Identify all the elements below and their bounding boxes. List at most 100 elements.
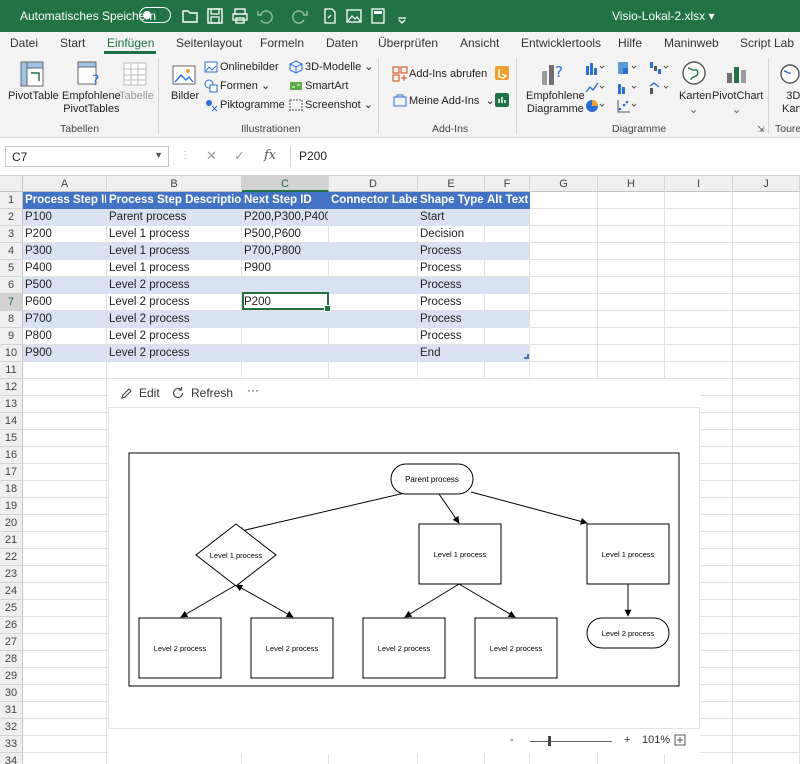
column-header-c[interactable]: C [242,176,329,192]
cell-a33[interactable] [23,736,107,753]
column-header-a[interactable]: A [23,176,107,192]
cell-c34[interactable] [242,753,329,764]
cell-j3[interactable] [733,226,800,243]
cell-b7[interactable]: Level 2 process [107,294,242,311]
row-header-17[interactable]: 17 [0,464,23,481]
insert-function-icon[interactable]: fx [264,148,276,163]
cancel-icon[interactable]: ✕ [206,148,217,164]
cell-f2[interactable] [485,209,530,226]
cell-c9[interactable] [242,328,329,345]
cell-a28[interactable] [23,651,107,668]
cell-c1[interactable]: Next Step ID [242,192,329,209]
cell-h3[interactable] [598,226,665,243]
pivotchart-dropdown-icon[interactable]: ⌄ [732,104,741,117]
cell-g11[interactable] [530,362,598,379]
column-chart-icon[interactable] [584,60,606,76]
folder-icon[interactable] [180,6,200,26]
tab-formeln[interactable]: Formeln [260,36,304,50]
cell-f1[interactable]: Alt Text [485,192,530,209]
cell-a6[interactable]: P500 [23,277,107,294]
row-header-15[interactable]: 15 [0,430,23,447]
row-header-19[interactable]: 19 [0,498,23,515]
tab-hilfe[interactable]: Hilfe [618,36,642,50]
cell-j19[interactable] [733,498,800,515]
cell-j6[interactable] [733,277,800,294]
cell-h11[interactable] [598,362,665,379]
cell-g2[interactable] [530,209,598,226]
cell-e1[interactable]: Shape Type [418,192,485,209]
cell-j11[interactable] [733,362,800,379]
cell-j2[interactable] [733,209,800,226]
formula-bar-resize-icon[interactable]: ⋮ [180,150,190,161]
image-icon[interactable] [344,6,364,26]
cell-i5[interactable] [665,260,733,277]
redo-icon[interactable] [290,6,310,26]
cell-c8[interactable] [242,311,329,328]
cell-a11[interactable] [23,362,107,379]
cell-j32[interactable] [733,719,800,736]
cell-i10[interactable] [665,345,733,362]
cell-e3[interactable]: Decision [418,226,485,243]
cell-j21[interactable] [733,532,800,549]
calculator-icon[interactable] [368,6,388,26]
edit-icon[interactable] [120,387,133,400]
cell-d7[interactable] [329,294,418,311]
row-header-22[interactable]: 22 [0,549,23,566]
cell-f6[interactable] [485,277,530,294]
cell-a2[interactable]: P100 [23,209,107,226]
tab-ansicht[interactable]: Ansicht [460,36,499,50]
cell-f5[interactable] [485,260,530,277]
cell-g5[interactable] [530,260,598,277]
cell-j27[interactable] [733,634,800,651]
cell-a21[interactable] [23,532,107,549]
cell-c2[interactable]: P200,P300,P400 [242,209,329,226]
zoom-out-button[interactable]: - [510,734,514,746]
cell-i4[interactable] [665,243,733,260]
row-header-8[interactable]: 8 [0,311,23,328]
cell-i2[interactable] [665,209,733,226]
cell-a26[interactable] [23,617,107,634]
tab-script-lab[interactable]: Script Lab [740,36,794,50]
hierarchy-chart-icon[interactable] [616,60,638,76]
cell-d11[interactable] [329,362,418,379]
undo-icon[interactable] [255,6,275,26]
print-icon[interactable] [230,6,250,26]
recommended-charts-button[interactable]: Empfohlene Diagramme [526,90,585,116]
cell-g9[interactable] [530,328,598,345]
maps-dropdown-icon[interactable]: ⌄ [689,104,698,117]
cell-b4[interactable]: Level 1 process [107,243,242,260]
combo-chart-icon[interactable] [648,80,670,96]
row-header-25[interactable]: 25 [0,600,23,617]
column-header-b[interactable]: B [107,176,242,192]
cell-a24[interactable] [23,583,107,600]
pivotchart-button[interactable]: PivotChart [712,90,763,103]
cell-a31[interactable] [23,702,107,719]
cell-j28[interactable] [733,651,800,668]
cell-b11[interactable] [107,362,242,379]
cell-i8[interactable] [665,311,733,328]
pivottable-icon[interactable] [18,59,46,89]
zoom-slider-thumb[interactable] [548,736,551,746]
row-header-2[interactable]: 2 [0,209,23,226]
cell-a34[interactable] [23,753,107,764]
recommended-pivottables-icon[interactable]: ? [75,59,103,89]
cell-j34[interactable] [733,753,800,764]
select-all-corner[interactable] [0,176,23,192]
pictures-button[interactable]: Bilder [171,90,199,103]
cell-j14[interactable] [733,413,800,430]
cell-j25[interactable] [733,600,800,617]
cell-b2[interactable]: Parent process [107,209,242,226]
cell-e5[interactable]: Process [418,260,485,277]
row-header-18[interactable]: 18 [0,481,23,498]
column-header-e[interactable]: E [418,176,485,192]
cell-a19[interactable] [23,498,107,515]
new-document-icon[interactable] [320,6,340,26]
tab-entwicklertools[interactable]: Entwicklertools [521,36,601,50]
cell-d1[interactable]: Connector Label [329,192,418,209]
column-header-i[interactable]: I [665,176,733,192]
cell-a30[interactable] [23,685,107,702]
row-header-20[interactable]: 20 [0,515,23,532]
cell-f3[interactable] [485,226,530,243]
cell-i6[interactable] [665,277,733,294]
cell-a12[interactable] [23,379,107,396]
